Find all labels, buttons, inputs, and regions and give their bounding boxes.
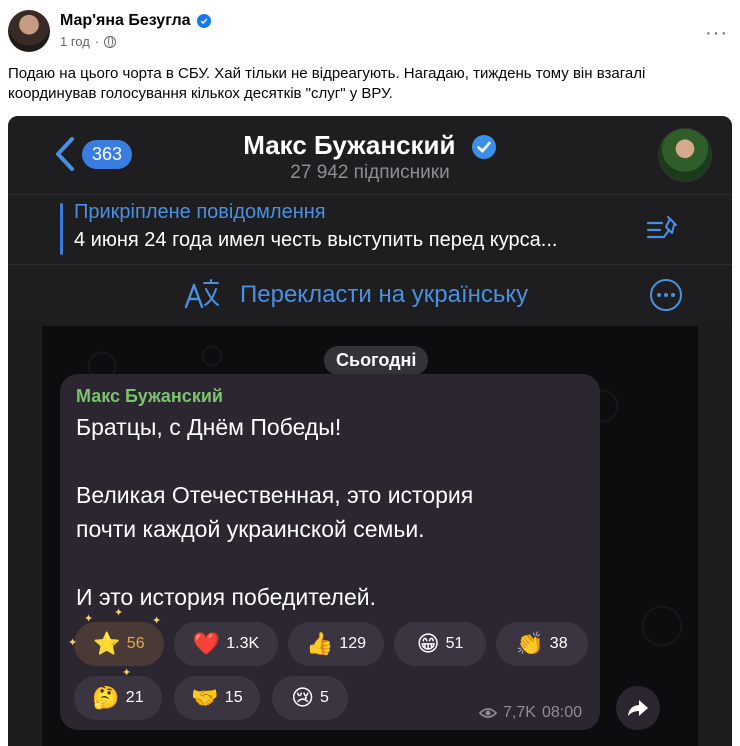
sparkle-icon: ✦ [84,613,94,625]
reaction-crying[interactable]: 😢 5 [272,676,348,720]
date-separator: Сьогодні [324,346,429,375]
message-line: почти каждой украинской семьи. [76,516,425,542]
clap-icon: 👏 [516,631,544,656]
post-header: Мар'яна Безугла 1 год · ··· [8,8,732,58]
pin-list-icon[interactable] [646,213,680,243]
chat-area: Сьогодні Макс Бужанский Братцы, с Днём П… [42,326,698,746]
reaction-count: 38 [549,635,568,652]
post-meta: 1 год · [60,34,117,49]
translate-bar: Перекласти на українську [8,264,732,324]
telegram-screenshot: 363 Макс Бужанский 27 942 підписники При… [8,116,732,746]
pinned-message[interactable]: Прикріплене повідомлення 4 июня 24 года … [8,194,732,264]
sparkle-icon: ✦ [114,607,124,619]
message-line: Братцы, с Днём Победы! [76,414,342,440]
reaction-count: 15 [224,689,243,706]
reaction-thumbs-up[interactable]: 👍 129 [288,622,384,666]
meta-separator: · [94,34,100,49]
author-name[interactable]: Мар'яна Безугла [60,12,191,30]
reaction-thinking[interactable]: 🤔 21 [74,676,162,720]
thinking-icon: 🤔 [92,685,120,710]
reaction-count: 5 [320,689,329,706]
message-time: 08:00 [541,704,582,721]
post-time[interactable]: 1 год [60,34,90,49]
reaction-count: 21 [125,689,144,706]
message-meta: 7,7K 08:00 [479,704,582,722]
grin-icon: 😁 [416,631,440,656]
more-options-button[interactable]: ··· [705,22,728,45]
share-arrow-icon [628,700,648,716]
reaction-star[interactable]: ⭐ 56 [74,622,164,666]
handshake-icon: 🤝 [191,685,219,710]
reaction-count: 1.3K [226,635,260,652]
translate-button[interactable]: Перекласти на українську [240,281,528,309]
reaction-handshake[interactable]: 🤝 15 [174,676,260,720]
view-count: 7,7K [503,704,536,721]
thumbs-up-icon: 👍 [305,631,334,656]
heart-icon: ❤️ [192,631,221,656]
sparkle-icon: ✦ [68,637,78,649]
message-bubble[interactable]: Макс Бужанский Братцы, с Днём Победы! Ве… [60,374,600,730]
author-row: Мар'яна Безугла [60,12,211,30]
verified-badge-icon [196,14,211,28]
crying-icon: 😢 [291,685,315,710]
telegram-header: 363 Макс Бужанский 27 942 підписники [8,116,732,194]
pinned-indicator [60,203,63,255]
eye-icon [479,708,498,718]
reaction-count: 56 [126,635,145,652]
pinned-text: 4 июня 24 года имел честь выступить пере… [74,229,558,251]
sparkle-icon: ✦ [152,615,162,627]
reaction-count: 129 [339,635,367,652]
subscriber-count: 27 942 підписники [290,162,450,183]
reaction-heart[interactable]: ❤️ 1.3K [174,622,278,666]
author-avatar[interactable] [8,10,50,52]
star-icon: ⭐ [93,631,121,656]
channel-name[interactable]: Макс Бужанский [243,130,455,160]
globe-icon [104,35,117,48]
share-button[interactable] [616,686,660,730]
message-line: Великая Отечественная, это история [76,482,474,508]
reaction-count: 51 [445,635,464,652]
channel-avatar[interactable] [658,128,712,182]
pinned-title: Прикріплене повідомлення [74,201,326,223]
post-text: Подаю на цього чорта в СБУ. Хай тільки н… [8,65,646,102]
reaction-grin[interactable]: 😁 51 [394,622,486,666]
translate-icon [184,279,219,309]
message-author[interactable]: Макс Бужанский [76,386,223,407]
channel-title: Макс Бужанский [8,130,732,161]
verified-badge-icon [471,135,496,160]
reaction-clap[interactable]: 👏 38 [496,622,588,666]
more-menu-icon[interactable] [650,279,682,311]
